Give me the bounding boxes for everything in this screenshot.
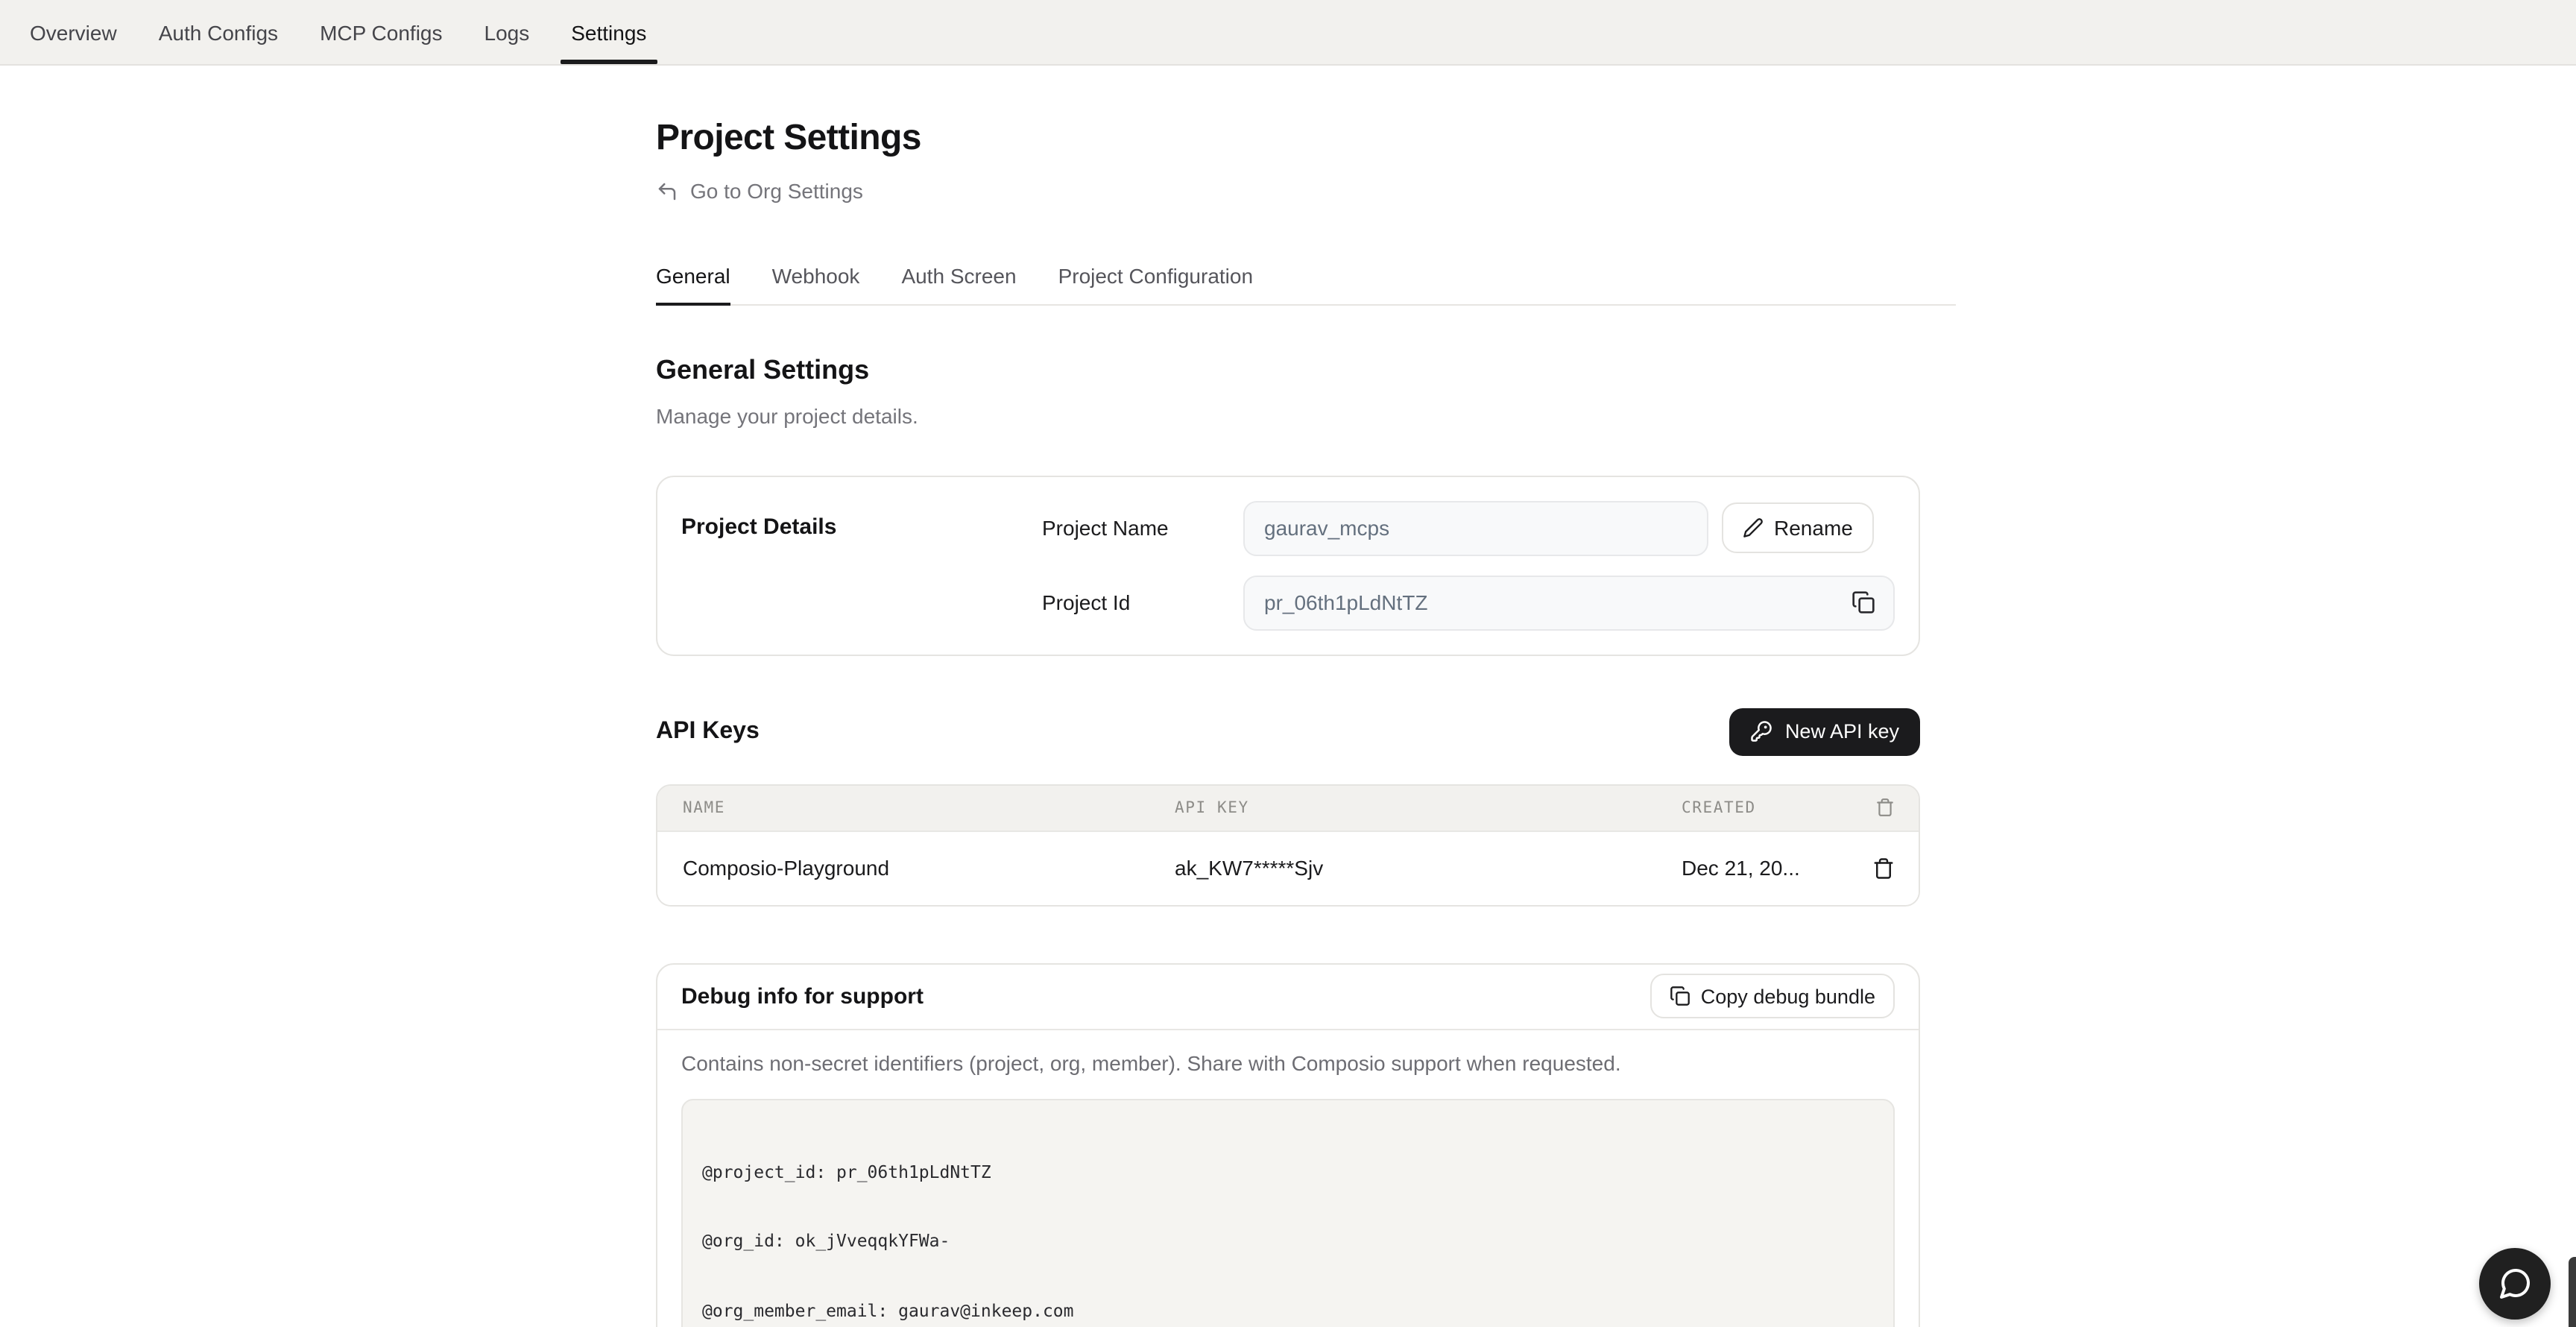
api-keys-table: NAME API KEY CREATED Composio-Playground… bbox=[656, 784, 1920, 906]
project-id-field bbox=[1243, 575, 1895, 630]
debug-line: @project_id: pr_06th1pLdNtTZ bbox=[702, 1161, 1874, 1184]
debug-card-title: Debug info for support bbox=[681, 983, 924, 1009]
copy-debug-bundle-label: Copy debug bundle bbox=[1701, 985, 1875, 1007]
trash-icon bbox=[1875, 798, 1895, 817]
debug-description: Contains non-secret identifiers (project… bbox=[681, 1050, 1895, 1074]
nav-item-logs[interactable]: Logs bbox=[484, 0, 530, 64]
nav-item-settings[interactable]: Settings bbox=[571, 0, 646, 64]
api-keys-heading: API Keys bbox=[656, 718, 760, 745]
project-name-label: Project Name bbox=[1042, 516, 1243, 540]
settings-tabs: General Webhook Auth Screen Project Conf… bbox=[656, 263, 1956, 305]
col-header-created: CREATED bbox=[1682, 798, 1850, 816]
project-details-title: Project Details bbox=[681, 500, 1042, 630]
new-api-key-button[interactable]: New API key bbox=[1730, 707, 1920, 755]
project-id-input[interactable] bbox=[1243, 575, 1895, 630]
nav-item-overview[interactable]: Overview bbox=[30, 0, 117, 64]
project-name-input[interactable] bbox=[1243, 500, 1708, 555]
tab-general[interactable]: General bbox=[656, 263, 730, 305]
pencil-icon bbox=[1743, 517, 1764, 538]
page-title: Project Settings bbox=[656, 118, 1920, 160]
tab-project-configuration[interactable]: Project Configuration bbox=[1058, 263, 1254, 305]
tab-auth-screen[interactable]: Auth Screen bbox=[901, 263, 1016, 305]
key-icon bbox=[1751, 720, 1773, 743]
api-key-created-cell: Dec 21, 20... bbox=[1682, 856, 1850, 880]
nav-item-mcp-configs[interactable]: MCP Configs bbox=[320, 0, 442, 64]
delete-api-key-button[interactable] bbox=[1850, 857, 1919, 879]
main-content: Project Settings Go to Org Settings Gene… bbox=[656, 118, 1920, 1327]
general-settings-subheading: Manage your project details. bbox=[656, 403, 1920, 427]
col-header-api-key: API KEY bbox=[1175, 798, 1682, 816]
copy-icon bbox=[1670, 986, 1690, 1006]
corner-up-left-icon bbox=[656, 180, 678, 202]
debug-bundle-block: @project_id: pr_06th1pLdNtTZ @org_id: ok… bbox=[681, 1098, 1895, 1327]
project-details-card: Project Details Project Name Rename Proj… bbox=[656, 475, 1920, 655]
rename-button-label: Rename bbox=[1774, 516, 1853, 540]
copy-icon bbox=[1852, 590, 1875, 614]
project-details-form: Project Name Rename Project Id bbox=[1042, 500, 1895, 630]
col-header-delete bbox=[1850, 798, 1919, 817]
copy-project-id-button[interactable] bbox=[1852, 589, 1878, 616]
debug-line: @org_id: ok_jVveqqkYFWa- bbox=[702, 1230, 1874, 1253]
project-settings-page: Overview Auth Configs MCP Configs Logs S… bbox=[0, 0, 2576, 1327]
debug-card-body: Contains non-secret identifiers (project… bbox=[657, 1030, 1919, 1327]
tab-webhook[interactable]: Webhook bbox=[772, 263, 860, 305]
debug-info-card: Debug info for support Copy debug bundle… bbox=[656, 962, 1920, 1327]
table-row: Composio-Playground ak_KW7*****Sjv Dec 2… bbox=[657, 830, 1919, 904]
general-settings-heading: General Settings bbox=[656, 354, 1920, 385]
go-to-org-settings-label: Go to Org Settings bbox=[690, 179, 863, 203]
col-header-name: NAME bbox=[657, 798, 1175, 816]
api-key-value-cell: ak_KW7*****Sjv bbox=[1175, 856, 1682, 880]
project-id-row: Project Id bbox=[1042, 575, 1895, 630]
project-id-label: Project Id bbox=[1042, 590, 1243, 614]
debug-card-header: Debug info for support Copy debug bundle bbox=[657, 964, 1919, 1030]
new-api-key-label: New API key bbox=[1785, 720, 1899, 743]
api-keys-header: API Keys New API key bbox=[656, 707, 1920, 755]
vertical-scrollbar-thumb[interactable] bbox=[2569, 1257, 2576, 1327]
table-header-row: NAME API KEY CREATED bbox=[657, 785, 1919, 830]
api-key-name-cell: Composio-Playground bbox=[657, 856, 1175, 880]
chat-support-button[interactable] bbox=[2479, 1248, 2551, 1320]
project-name-row: Project Name Rename bbox=[1042, 500, 1895, 555]
trash-icon bbox=[1872, 857, 1895, 879]
debug-line: @org_member_email: gaurav@inkeep.com bbox=[702, 1299, 1874, 1323]
go-to-org-settings-link[interactable]: Go to Org Settings bbox=[656, 179, 863, 203]
chat-bubble-icon bbox=[2497, 1266, 2533, 1302]
rename-button[interactable]: Rename bbox=[1722, 502, 1874, 553]
top-navbar: Overview Auth Configs MCP Configs Logs S… bbox=[0, 0, 2576, 66]
copy-debug-bundle-button[interactable]: Copy debug bundle bbox=[1650, 974, 1895, 1018]
nav-item-auth-configs[interactable]: Auth Configs bbox=[159, 0, 278, 64]
